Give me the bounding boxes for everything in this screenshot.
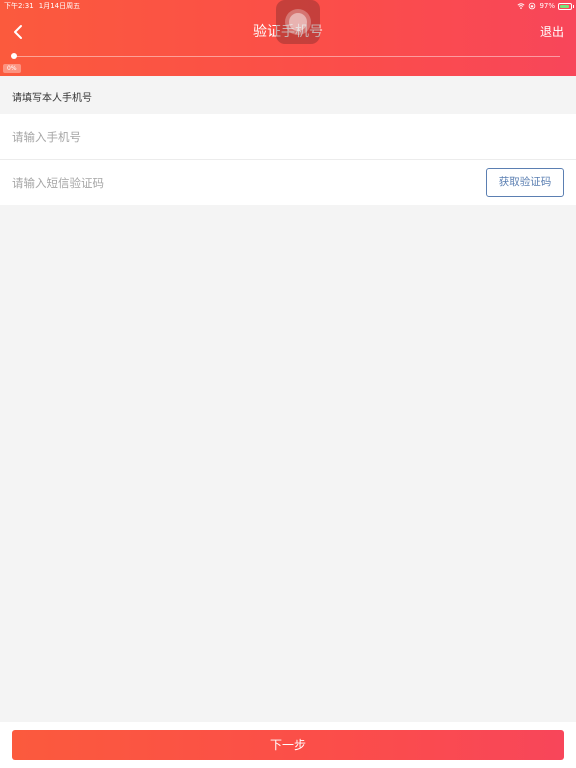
status-date: 1月14日周五: [38, 2, 81, 10]
footer: 下一步: [0, 722, 576, 768]
wifi-icon: [517, 3, 525, 9]
phone-input[interactable]: [12, 114, 462, 159]
status-right: 97%: [517, 0, 574, 12]
rotation-lock-icon: [529, 2, 536, 10]
assistive-touch-button[interactable]: [276, 0, 320, 44]
sms-code-row: 获取验证码: [0, 160, 576, 205]
phone-row: [0, 114, 576, 160]
battery-percent: 97%: [539, 2, 555, 10]
section-label: 请填写本人手机号: [12, 93, 92, 104]
progress-knob: [11, 53, 17, 59]
progress-label: 0%: [3, 64, 21, 73]
next-button[interactable]: 下一步: [12, 730, 564, 760]
get-code-button[interactable]: 获取验证码: [486, 168, 564, 197]
status-time: 下午2:31: [4, 2, 34, 10]
battery-icon: [558, 3, 574, 10]
assistive-touch-icon: [285, 9, 311, 35]
form-card: 获取验证码: [0, 114, 576, 205]
progress-bar: [11, 53, 560, 59]
exit-button[interactable]: 退出: [540, 21, 564, 43]
header: 下午2:31 1月14日周五 97% 验证手机号 退出 0%: [0, 0, 576, 76]
status-left: 下午2:31 1月14日周五: [4, 0, 85, 12]
sms-code-input[interactable]: [12, 160, 462, 205]
